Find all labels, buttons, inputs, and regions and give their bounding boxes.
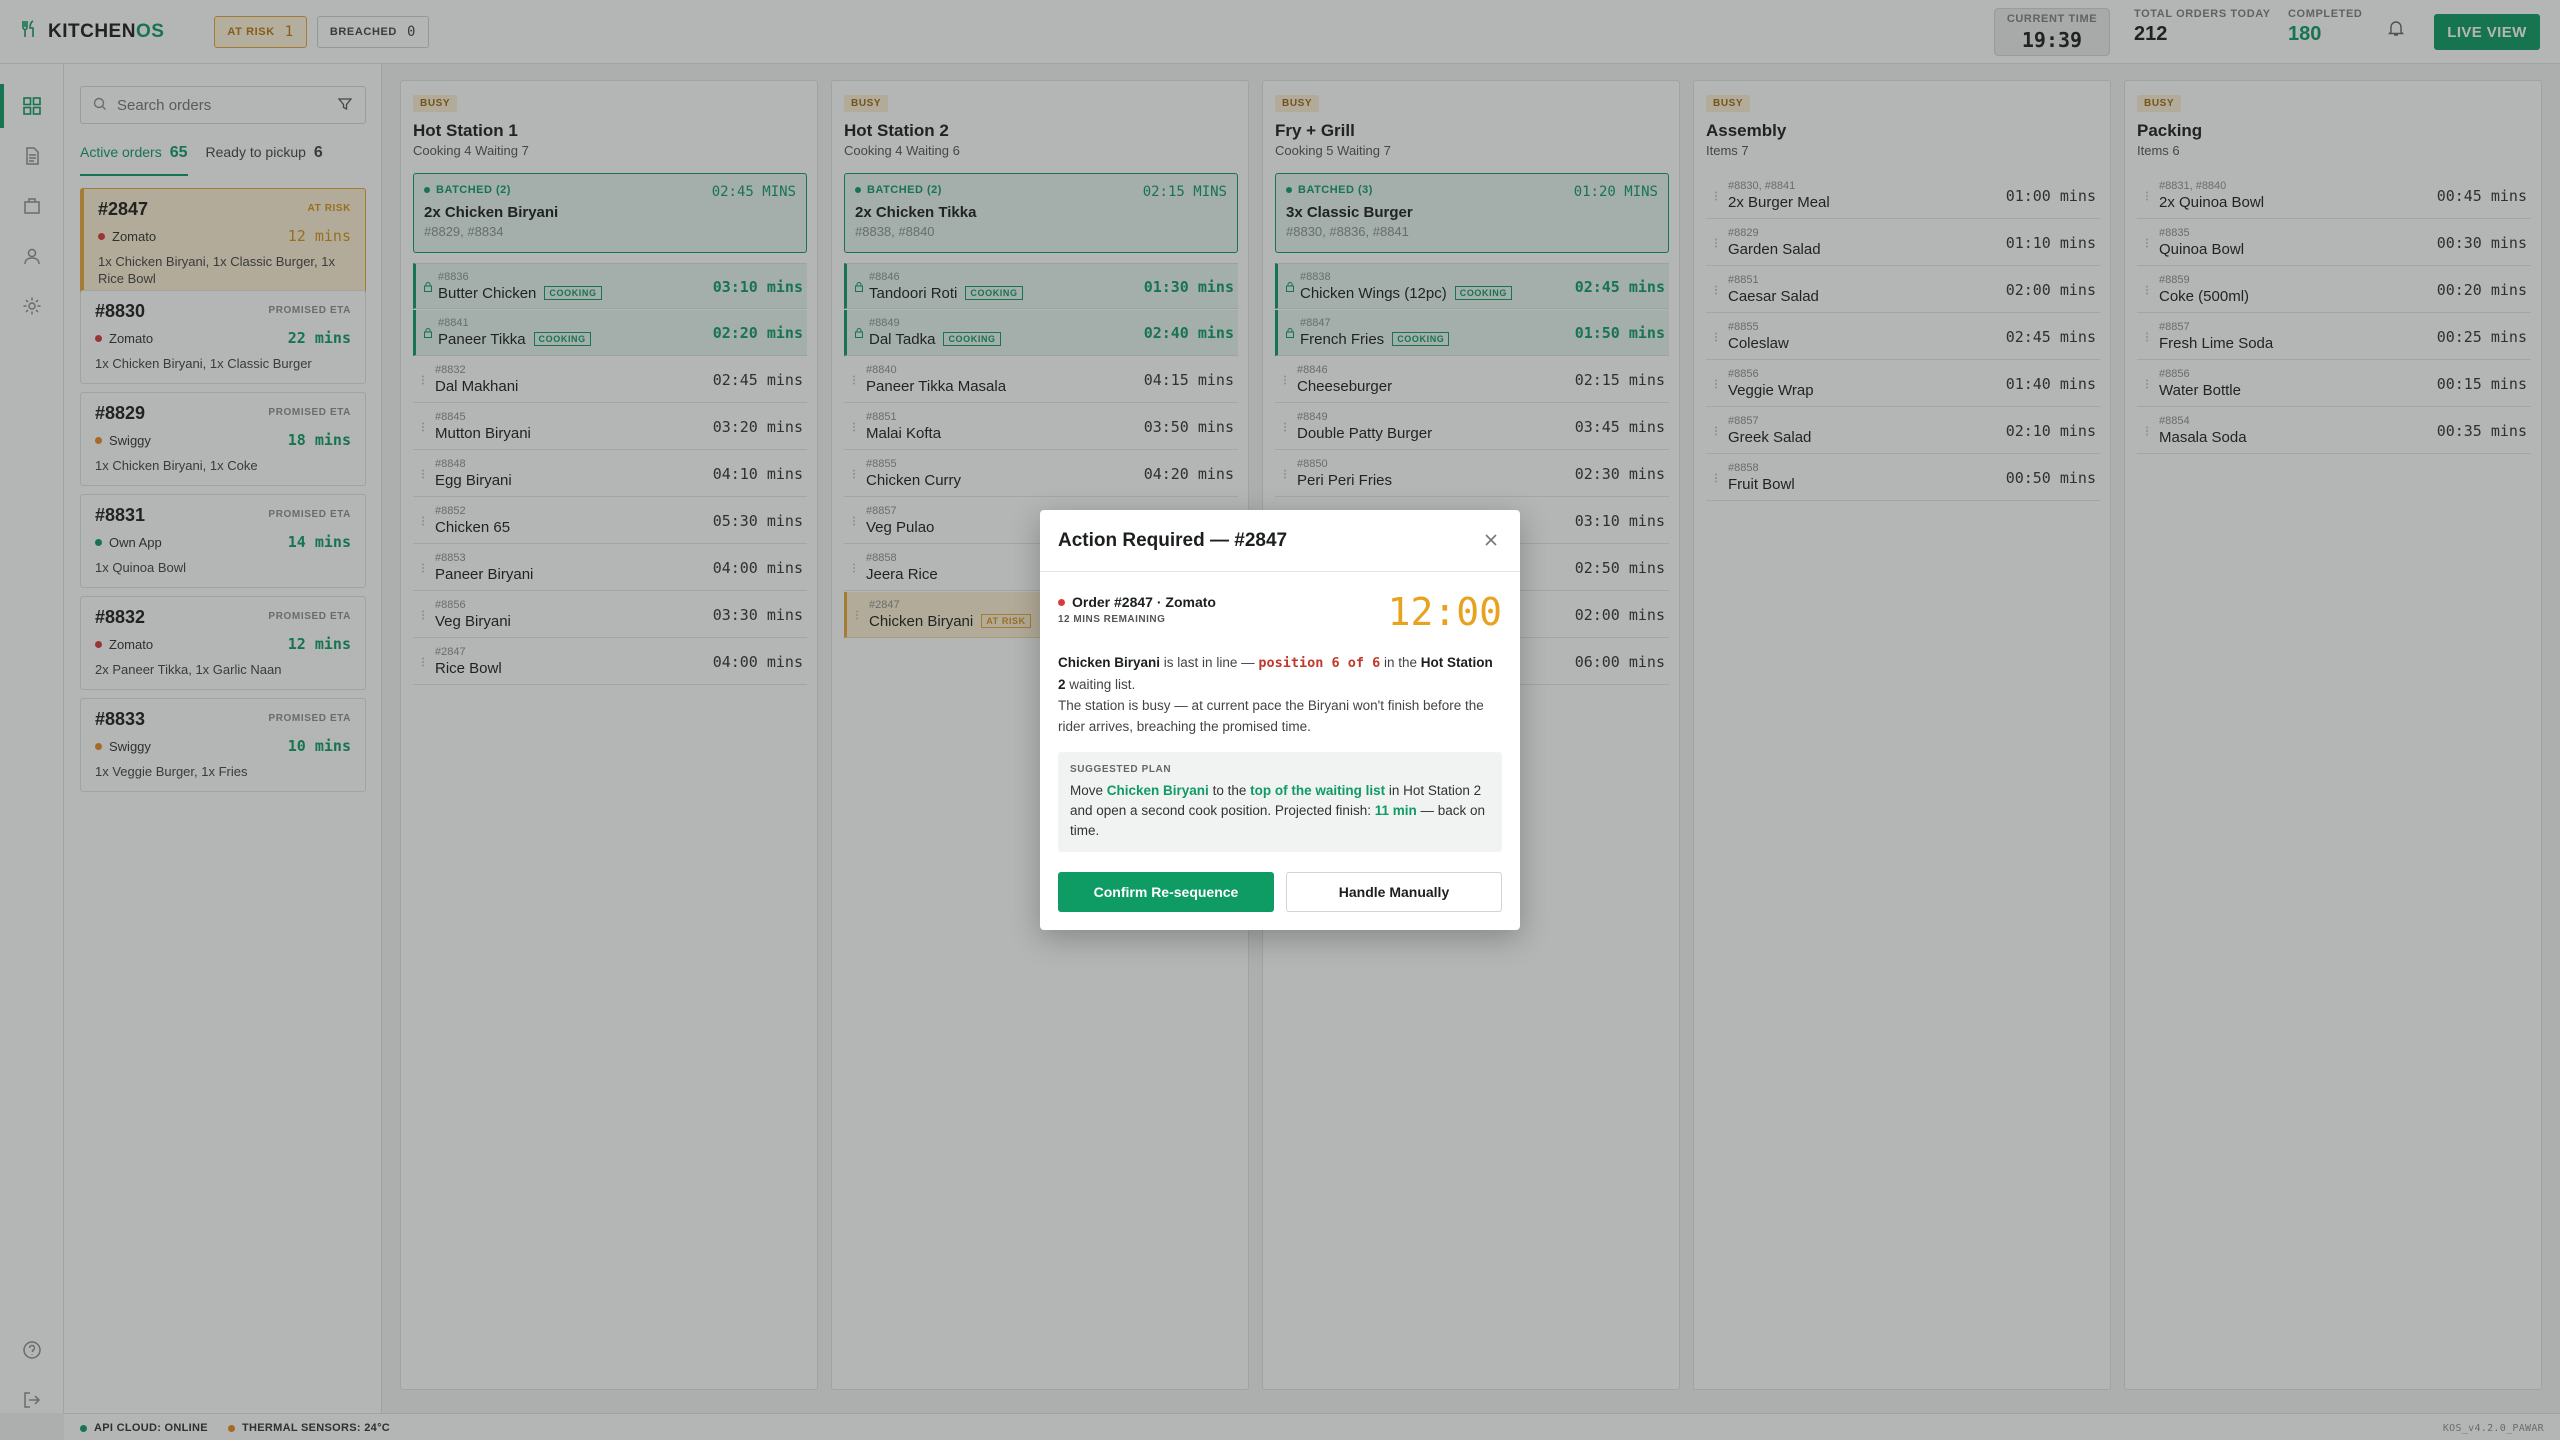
plan-text: Move Chicken Biryani to the top of the w…	[1070, 781, 1490, 841]
queue-position: position 6 of 6	[1258, 655, 1381, 671]
plan-finish: 11 min	[1374, 803, 1417, 818]
plan-part: to the	[1208, 783, 1251, 798]
remaining-time: 12 MINS REMAINING	[1058, 614, 1166, 625]
action-required-dialog: Action Required — #2847 Order #2847 · Zo…	[1040, 510, 1520, 930]
dish-name: Chicken Biryani	[1058, 655, 1161, 670]
countdown-timer: 12:00	[1387, 590, 1502, 634]
issue-description: Chicken Biryani is last in line — positi…	[1058, 652, 1502, 737]
plan-label: SUGGESTED PLAN	[1070, 764, 1172, 775]
plan-dish: Chicken Biryani	[1106, 783, 1209, 798]
platform-dot	[1058, 598, 1065, 606]
desc-text: in the	[1380, 655, 1421, 670]
handle-manually-button[interactable]: Handle Manually	[1286, 872, 1502, 912]
confirm-resequence-button[interactable]: Confirm Re-sequence	[1058, 872, 1274, 912]
desc-detail: The station is busy — at current pace th…	[1058, 698, 1484, 734]
close-icon[interactable]	[1484, 530, 1498, 553]
desc-text: waiting list.	[1065, 677, 1136, 692]
suggested-plan: SUGGESTED PLAN Move Chicken Biryani to t…	[1058, 752, 1502, 852]
order-label: Order #2847 · Zomato	[1072, 594, 1216, 610]
plan-action: top of the waiting list	[1250, 783, 1386, 798]
plan-part: Move	[1070, 783, 1107, 798]
desc-text: is last in line —	[1160, 655, 1259, 670]
dialog-title: Action Required — #2847	[1040, 510, 1520, 572]
order-info: Order #2847 · Zomato	[1058, 594, 1216, 610]
